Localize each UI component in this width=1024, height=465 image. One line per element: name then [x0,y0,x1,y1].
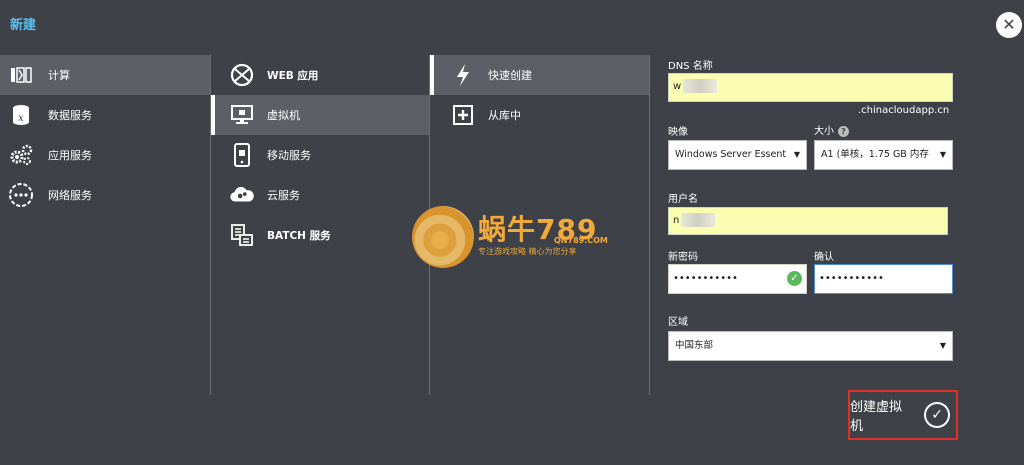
virtual-machine-icon [229,102,255,128]
svg-text:x: x [18,113,24,124]
service-list: WEB 应用 虚拟机 移动服务 云服务 BATCH 服务 [211,55,429,395]
selection-indicator [430,55,434,95]
password-label: 新密码 [668,252,698,263]
watermark-tagline: 专注游戏攻略 精心为您分享 [478,247,577,256]
image-select-value: Windows Server Essent [675,149,787,160]
service-label: BATCH 服务 [267,229,331,242]
service-item-mobile[interactable]: 移动服务 [211,135,429,175]
compute-icon [8,62,34,88]
mobile-services-icon [229,142,255,168]
service-item-cloud[interactable]: 云服务 [211,175,429,215]
gallery-icon [450,102,476,128]
service-label: 云服务 [267,189,300,202]
category-item-app[interactable]: 应用服务 [0,135,210,175]
confirm-label: 确认 [814,252,834,263]
size-select-value: A1 (单核，1.75 GB 内存 [821,149,929,160]
help-icon[interactable]: ? [838,125,849,137]
watermark: 蜗牛789 QN789.COM 专注游戏攻略 精心为您分享 [412,206,622,272]
image-select[interactable]: Windows Server Essent ▼ [668,140,807,170]
region-select[interactable]: 中国东部 ▼ [668,331,953,361]
dns-name-label: DNS 名称 [668,61,713,72]
app-services-icon [8,142,34,168]
confirm-password-input[interactable]: ••••••••••• [814,264,953,294]
close-icon: ✕ [1002,15,1016,34]
category-list: 计算 x 数据服务 应用服务 网络服务 [0,55,210,395]
dialog-title: 新建 [10,18,37,33]
watermark-site: QN789.COM [554,236,608,245]
create-vm-label: 创建虚拟机 [850,400,903,434]
selection-indicator [211,95,215,135]
redacted-mask [681,213,716,227]
lightning-icon [450,62,476,88]
size-select[interactable]: A1 (单核，1.75 GB 内存 ▼ [814,140,953,170]
confirm-password-value: ••••••••••• [819,273,884,284]
username-value: n [673,215,680,226]
method-label: 快速创建 [488,69,532,82]
category-item-data[interactable]: x 数据服务 [0,95,210,135]
web-app-icon [229,62,255,88]
dns-name-input[interactable]: w [668,73,953,102]
category-label: 计算 [48,69,70,82]
service-item-web-app[interactable]: WEB 应用 [211,55,429,95]
service-label: 移动服务 [267,149,311,162]
dns-name-value: w [673,81,682,92]
method-item-quick-create[interactable]: 快速创建 [430,55,649,95]
category-label: 网络服务 [48,189,92,202]
snail-logo-icon [412,206,474,268]
category-item-compute[interactable]: 计算 [0,55,210,95]
username-input[interactable]: n [668,207,948,235]
checkmark-icon[interactable]: ✓ [924,402,950,428]
service-item-virtual-machine[interactable]: 虚拟机 [211,95,429,135]
valid-check-icon: ✓ [787,271,802,286]
dropdown-arrow-icon: ▼ [793,150,800,159]
image-label: 映像 [668,127,688,138]
service-label: 虚拟机 [267,109,300,122]
dns-suffix: .chinacloudapp.cn [858,105,950,116]
cloud-services-icon [229,182,255,208]
method-label: 从库中 [488,109,521,122]
dropdown-arrow-icon: ▼ [939,150,946,159]
redacted-mask [683,79,718,93]
size-label: 大小? [814,122,849,137]
size-label-text: 大小 [814,126,834,137]
password-value: ••••••••••• [673,273,738,284]
username-label: 用户名 [668,194,698,205]
create-vm-button[interactable]: 创建虚拟机 ✓ [848,390,958,440]
category-label: 数据服务 [48,109,92,122]
network-services-icon [8,182,34,208]
data-services-icon: x [8,102,34,128]
dropdown-arrow-icon: ▼ [939,341,946,350]
close-button[interactable]: ✕ [996,12,1022,38]
region-label: 区域 [668,317,688,328]
password-input[interactable]: ••••••••••• ✓ [668,264,807,294]
category-item-network[interactable]: 网络服务 [0,175,210,215]
method-item-from-gallery[interactable]: 从库中 [430,95,649,135]
service-item-batch[interactable]: BATCH 服务 [211,215,429,255]
batch-services-icon [229,222,255,248]
service-label: WEB 应用 [267,69,319,82]
column-divider [649,55,650,395]
region-select-value: 中国东部 [675,340,714,351]
category-label: 应用服务 [48,149,92,162]
